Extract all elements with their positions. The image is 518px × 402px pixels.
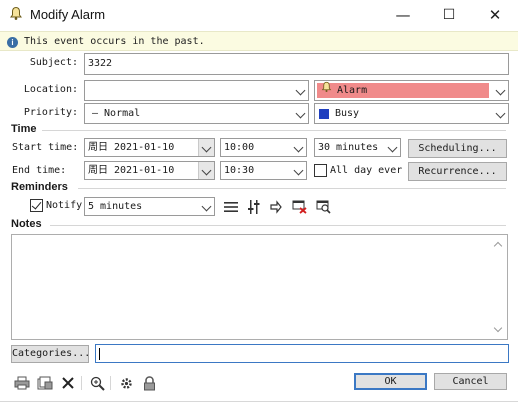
duration-value: 30 minutes bbox=[318, 142, 379, 153]
notify-label: Notify bbox=[46, 200, 83, 211]
start-time-combo[interactable]: 10:00 bbox=[220, 138, 307, 157]
info-icon: i bbox=[7, 37, 18, 48]
chevron-down-icon bbox=[295, 85, 306, 96]
categories-button[interactable]: Categories... bbox=[11, 345, 90, 363]
toolbar-separator bbox=[110, 376, 111, 390]
toolbar-separator bbox=[81, 376, 82, 390]
chevron-down-icon bbox=[293, 165, 304, 176]
notes-textarea[interactable] bbox=[11, 234, 508, 340]
window-title: Modify Alarm bbox=[30, 7, 106, 22]
location-label: Location: bbox=[23, 84, 78, 95]
close-button[interactable]: ✕ bbox=[472, 0, 518, 30]
info-text: This event occurs in the past. bbox=[24, 36, 205, 47]
list-icon[interactable] bbox=[223, 199, 239, 215]
lock-icon[interactable] bbox=[141, 375, 157, 391]
notes-section-label: Notes bbox=[11, 218, 42, 230]
end-date-dropdown[interactable] bbox=[198, 162, 214, 179]
busy-select[interactable]: Busy bbox=[314, 103, 509, 124]
chevron-down-icon bbox=[201, 201, 212, 212]
print-preview-icon[interactable] bbox=[37, 375, 53, 391]
settings-icon[interactable] bbox=[118, 375, 134, 391]
scheduling-button[interactable]: Scheduling... bbox=[408, 139, 507, 158]
cancel-button[interactable]: Cancel bbox=[434, 373, 507, 390]
start-time-label: Start time: bbox=[12, 142, 79, 153]
priority-select[interactable]: — Normal bbox=[84, 103, 309, 124]
info-bar: i This event occurs in the past. bbox=[0, 31, 518, 51]
notify-checkbox[interactable] bbox=[30, 199, 43, 212]
chevron-down-icon bbox=[201, 165, 212, 176]
minimize-button[interactable]: — bbox=[380, 0, 426, 30]
chevron-down-icon bbox=[387, 142, 398, 153]
maximize-button[interactable]: ☐ bbox=[426, 0, 472, 30]
recurrence-button[interactable]: Recurrence... bbox=[408, 162, 507, 181]
priority-value: — Normal bbox=[92, 108, 141, 119]
categories-input[interactable] bbox=[95, 344, 509, 363]
time-divider bbox=[42, 130, 506, 131]
zoom-icon[interactable] bbox=[89, 375, 105, 391]
print-icon[interactable] bbox=[14, 375, 30, 391]
check-icon bbox=[31, 199, 42, 210]
start-time-value: 10:00 bbox=[224, 142, 255, 153]
reminders-divider bbox=[78, 188, 506, 189]
subject-input[interactable]: 3322 bbox=[84, 53, 509, 75]
end-time-value: 10:30 bbox=[224, 165, 255, 176]
chevron-down-icon bbox=[293, 142, 304, 153]
ok-button[interactable]: OK bbox=[354, 373, 427, 390]
start-date-picker[interactable]: 周日 2021-01-10 bbox=[84, 138, 215, 157]
bell-icon bbox=[8, 6, 24, 22]
alarm-bell-icon bbox=[321, 81, 332, 100]
scroll-down-icon[interactable] bbox=[493, 323, 503, 333]
end-date-picker[interactable]: 周日 2021-01-10 bbox=[84, 161, 215, 180]
category-select[interactable]: Alarm bbox=[314, 80, 509, 101]
title-bar: Modify Alarm — ☐ ✕ bbox=[0, 0, 518, 30]
reminders-section-label: Reminders bbox=[11, 181, 68, 193]
notify-value: 5 minutes bbox=[88, 201, 143, 212]
end-date-value: 周日 2021-01-10 bbox=[88, 165, 175, 176]
delete-reminder-icon[interactable] bbox=[291, 199, 307, 215]
chevron-down-icon bbox=[495, 108, 506, 119]
adjust-icon[interactable] bbox=[246, 199, 262, 215]
preview-icon[interactable] bbox=[315, 199, 331, 215]
priority-label: Priority: bbox=[23, 107, 78, 118]
all-day-checkbox[interactable] bbox=[314, 164, 327, 177]
end-time-combo[interactable]: 10:30 bbox=[220, 161, 307, 180]
notify-combo[interactable]: 5 minutes bbox=[84, 197, 215, 216]
end-time-label: End time: bbox=[12, 165, 67, 176]
start-date-dropdown[interactable] bbox=[198, 139, 214, 156]
time-section-label: Time bbox=[11, 123, 37, 135]
pin-icon[interactable] bbox=[268, 199, 284, 215]
scroll-up-icon[interactable] bbox=[493, 241, 503, 251]
text-cursor bbox=[99, 348, 100, 360]
busy-value: Busy bbox=[335, 108, 360, 119]
category-value: Alarm bbox=[337, 85, 368, 96]
location-combo[interactable] bbox=[84, 80, 309, 101]
chevron-down-icon bbox=[495, 85, 506, 96]
delete-icon[interactable] bbox=[60, 375, 76, 391]
duration-combo[interactable]: 30 minutes bbox=[314, 138, 401, 157]
chevron-down-icon bbox=[295, 108, 306, 119]
subject-label: Subject: bbox=[29, 57, 78, 68]
all-day-label: All day ever bbox=[330, 165, 403, 176]
chevron-down-icon bbox=[201, 142, 212, 153]
start-date-value: 周日 2021-01-10 bbox=[88, 142, 175, 153]
busy-swatch bbox=[319, 109, 329, 119]
notes-divider bbox=[50, 225, 506, 226]
